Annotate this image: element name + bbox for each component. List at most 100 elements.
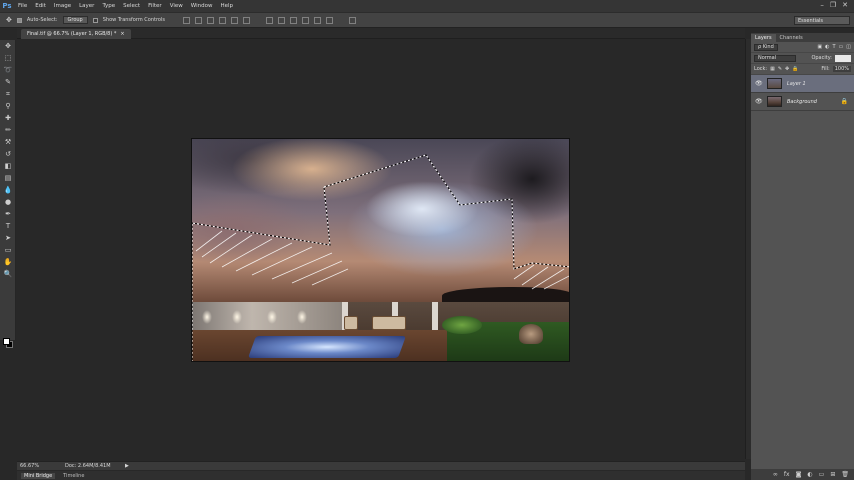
blend-row: Normal Opacity:: [751, 53, 854, 64]
zoom-tool-icon[interactable]: 🔍: [0, 268, 16, 280]
lock-transparent-icon[interactable]: ▦: [770, 66, 775, 72]
close-button[interactable]: ✕: [842, 1, 848, 9]
pen-tool-icon[interactable]: ✒: [0, 208, 16, 220]
auto-select-checkbox[interactable]: [16, 17, 22, 23]
eye-icon[interactable]: 👁: [755, 98, 763, 105]
menu-window[interactable]: Window: [187, 3, 217, 9]
align-bottom-icon[interactable]: [206, 16, 214, 24]
shape-tool-icon[interactable]: ▭: [0, 244, 16, 256]
type-tool-icon[interactable]: T: [0, 220, 16, 232]
auto-align-icon[interactable]: [348, 16, 356, 24]
kind-filter-dropdown[interactable]: ρ Kind: [754, 43, 778, 51]
move-tool-icon[interactable]: ✥: [0, 40, 16, 52]
distribute-right-icon[interactable]: [325, 16, 333, 24]
status-menu-arrow-icon[interactable]: ▶: [125, 463, 129, 469]
photoshop-logo: Ps: [2, 2, 12, 10]
healing-brush-tool-icon[interactable]: ✚: [0, 112, 16, 124]
tab-mini-bridge[interactable]: Mini Bridge: [21, 472, 56, 479]
marquee-tool-icon[interactable]: ⬚: [0, 52, 16, 64]
menu-image[interactable]: Image: [50, 3, 75, 9]
layers-panel-footer: ∞ fx ◙ ◐ ▭ ⊞ 🗑: [751, 469, 854, 480]
fill-input[interactable]: 100%: [832, 66, 851, 72]
layer-name[interactable]: Layer 1: [787, 81, 806, 87]
distribute-left-icon[interactable]: [301, 16, 309, 24]
auto-select-target-dropdown[interactable]: Group: [62, 16, 88, 24]
move-tool-icon[interactable]: ✥: [6, 16, 12, 24]
filter-adjust-icon[interactable]: ◐: [825, 44, 829, 50]
options-bar: ✥ Auto-Select: Group Show Transform Cont…: [0, 12, 854, 28]
menu-select[interactable]: Select: [119, 3, 144, 9]
path-select-tool-icon[interactable]: ➤: [0, 232, 16, 244]
new-group-icon[interactable]: ▭: [819, 471, 825, 478]
history-brush-tool-icon[interactable]: ↺: [0, 148, 16, 160]
eye-icon[interactable]: 👁: [755, 80, 763, 87]
auto-select-label: Auto-Select:: [26, 17, 58, 23]
align-right-icon[interactable]: [242, 16, 250, 24]
menu-edit[interactable]: Edit: [31, 3, 50, 9]
armchair: [344, 316, 358, 330]
menu-type[interactable]: Type: [98, 3, 119, 9]
layer-thumbnail: [767, 78, 782, 89]
filter-shape-icon[interactable]: ▭: [839, 44, 844, 50]
layers-panel: Layers Channels ρ Kind ▣ ◐ T ▭ ◫ Normal …: [751, 33, 854, 480]
zoom-level[interactable]: 66.67%: [17, 463, 65, 469]
quick-select-tool-icon[interactable]: ✎: [0, 76, 16, 88]
document-canvas[interactable]: [191, 138, 570, 362]
link-layers-icon[interactable]: ∞: [773, 471, 778, 478]
brush-tool-icon[interactable]: ✏: [0, 124, 16, 136]
adjustment-layer-icon[interactable]: ◐: [807, 471, 812, 478]
align-middle-icon[interactable]: [194, 16, 202, 24]
tools-panel: ✥ ⬚ ➰ ✎ ⌗ ⚲ ✚ ✏ ⚒ ↺ ◧ ▤ 💧 ● ✒ T ➤ ▭ ✋ 🔍: [0, 40, 16, 348]
layer-row-layer-1[interactable]: 👁 Layer 1: [751, 75, 854, 93]
workspace-dropdown[interactable]: Essentials: [794, 16, 850, 25]
eraser-tool-icon[interactable]: ◧: [0, 160, 16, 172]
blend-mode-dropdown[interactable]: Normal: [754, 54, 796, 62]
trash-icon[interactable]: 🗑: [841, 471, 849, 478]
restore-button[interactable]: ❐: [830, 1, 836, 9]
align-top-icon[interactable]: [182, 16, 190, 24]
gradient-tool-icon[interactable]: ▤: [0, 172, 16, 184]
menu-filter[interactable]: Filter: [144, 3, 166, 9]
tab-timeline[interactable]: Timeline: [63, 473, 84, 479]
close-tab-icon[interactable]: ×: [120, 31, 124, 37]
new-layer-icon[interactable]: ⊞: [830, 471, 835, 478]
minimize-button[interactable]: –: [820, 1, 824, 9]
blur-tool-icon[interactable]: 💧: [0, 184, 16, 196]
sofa: [372, 316, 406, 330]
layer-name[interactable]: Background: [787, 99, 817, 105]
lock-row: Lock: ▦ ✎ ✥ 🔒 Fill: 100%: [751, 64, 854, 75]
dodge-tool-icon[interactable]: ●: [0, 196, 16, 208]
layer-style-icon[interactable]: fx: [784, 471, 790, 478]
filter-smart-icon[interactable]: ◫: [846, 44, 851, 50]
distribute-middle-icon[interactable]: [277, 16, 285, 24]
layer-row-background[interactable]: 👁 Background 🔒: [751, 93, 854, 111]
lock-image-icon[interactable]: ✎: [778, 66, 782, 72]
clone-stamp-tool-icon[interactable]: ⚒: [0, 136, 16, 148]
tab-layers[interactable]: Layers: [751, 34, 776, 42]
filter-pixel-icon[interactable]: ▣: [817, 44, 822, 50]
show-transform-checkbox[interactable]: [92, 17, 98, 23]
align-left-icon[interactable]: [218, 16, 226, 24]
fill-label: Fill:: [821, 66, 830, 72]
distribute-top-icon[interactable]: [265, 16, 273, 24]
eyedropper-tool-icon[interactable]: ⚲: [0, 100, 16, 112]
menu-layer[interactable]: Layer: [75, 3, 98, 9]
lock-all-icon[interactable]: 🔒: [792, 66, 798, 72]
menu-bar: Ps File Edit Image Layer Type Select Fil…: [0, 0, 854, 12]
menu-help[interactable]: Help: [216, 3, 237, 9]
tab-channels[interactable]: Channels: [776, 34, 807, 42]
crop-tool-icon[interactable]: ⌗: [0, 88, 16, 100]
lock-position-icon[interactable]: ✥: [785, 66, 789, 72]
filter-type-icon[interactable]: T: [832, 44, 835, 50]
hand-tool-icon[interactable]: ✋: [0, 256, 16, 268]
opacity-input[interactable]: [835, 54, 851, 62]
foreground-color-swatch[interactable]: [3, 338, 10, 345]
lasso-tool-icon[interactable]: ➰: [0, 64, 16, 76]
align-center-icon[interactable]: [230, 16, 238, 24]
menu-file[interactable]: File: [14, 3, 31, 9]
distribute-bottom-icon[interactable]: [289, 16, 297, 24]
menu-view[interactable]: View: [166, 3, 187, 9]
add-mask-icon[interactable]: ◙: [796, 471, 802, 478]
document-tab[interactable]: Final.tif @ 66.7% (Layer 1, RGB/8) * ×: [21, 29, 131, 39]
distribute-center-icon[interactable]: [313, 16, 321, 24]
